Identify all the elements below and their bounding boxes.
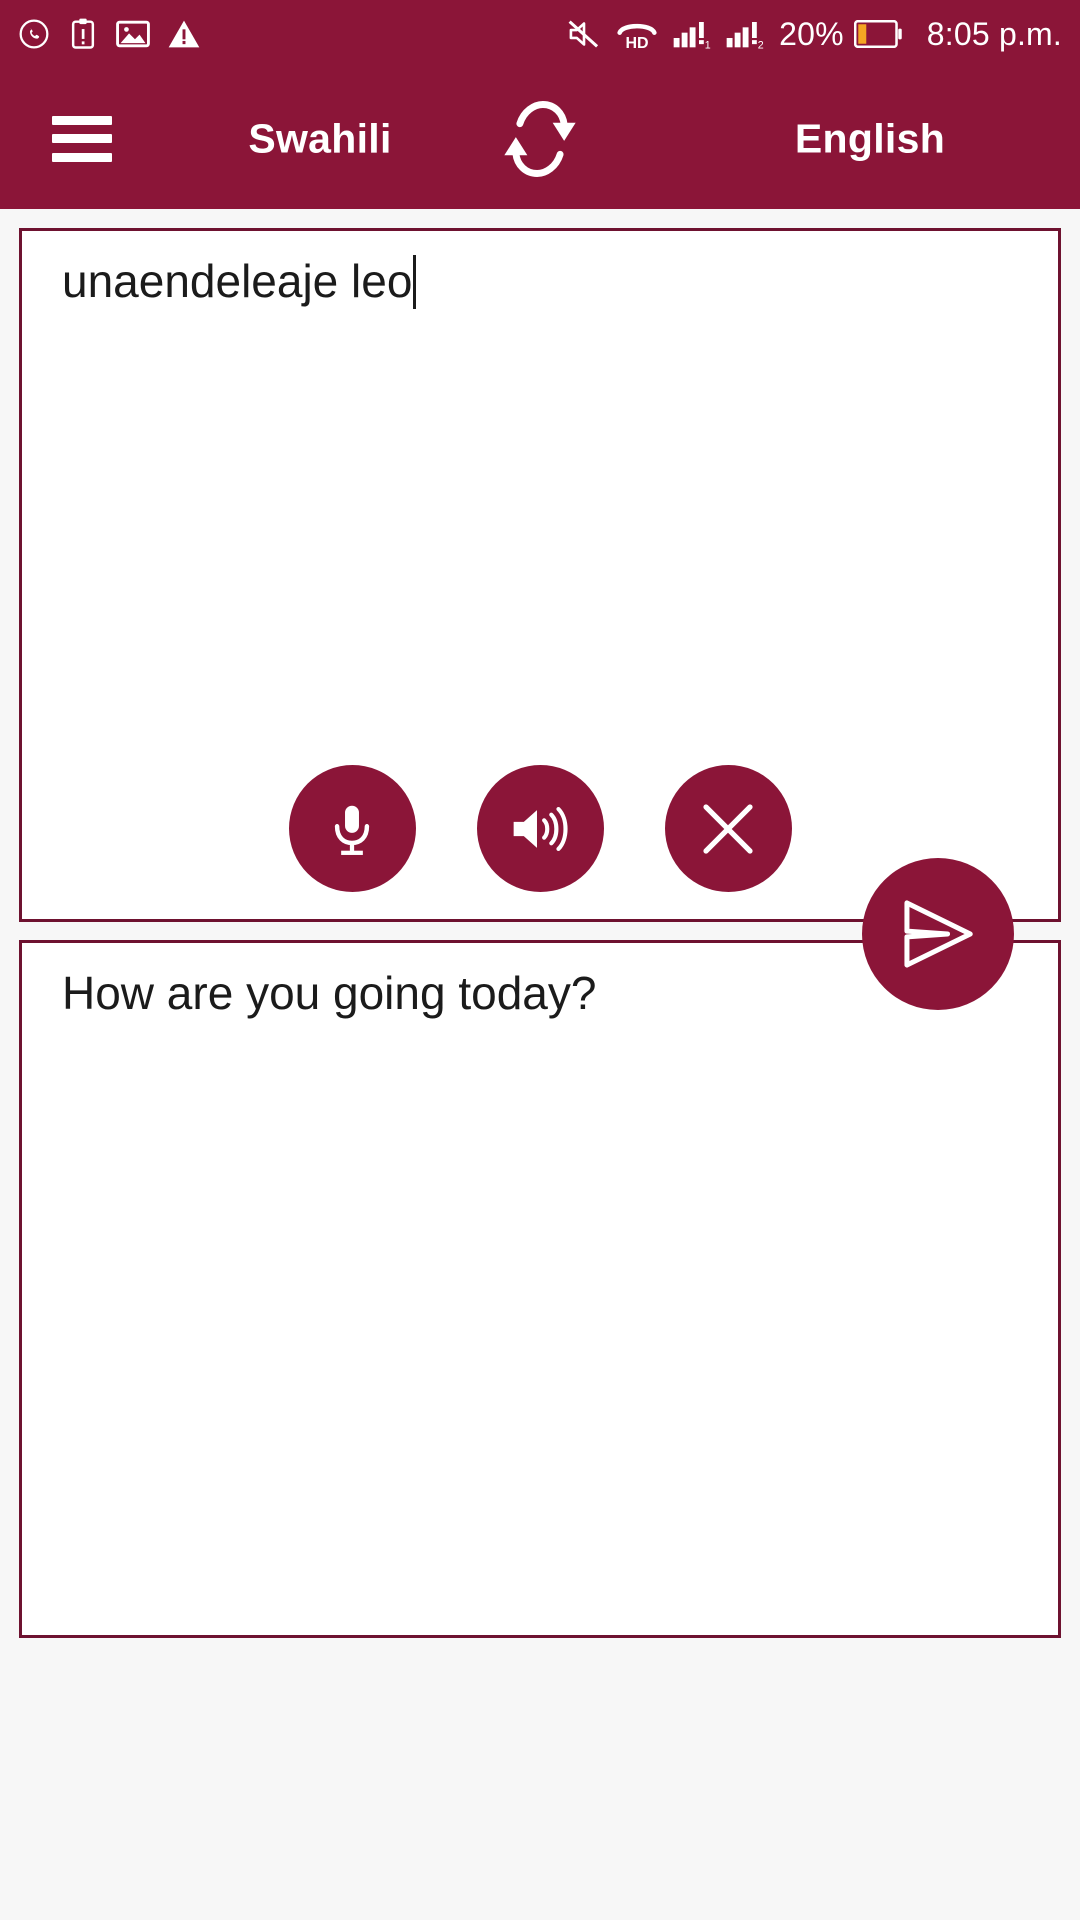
send-translate-button[interactable] [862,858,1014,1010]
source-text-input[interactable]: unaendeleaje leo [62,253,1018,311]
signal-sim2-icon: 2 [726,18,766,50]
microphone-button[interactable] [288,765,416,892]
svg-text:HD: HD [626,35,649,50]
signal-sim1-icon: 1 [673,18,713,50]
status-bar-right-icons: HD 1 2 20% 8:05 p.m. [567,16,1062,53]
text-cursor [413,255,417,309]
mute-icon [567,18,601,50]
image-icon [116,19,150,49]
clear-button[interactable] [664,765,792,892]
speaker-button[interactable] [476,765,604,892]
target-language-selector[interactable]: English [660,115,1080,162]
microphone-icon [334,805,370,855]
hd-volte-icon: HD [614,18,660,50]
status-time-label: 8:05 p.m. [926,15,1062,52]
svg-text:2: 2 [758,40,764,50]
speaker-volume-icon [513,806,568,851]
battery-percent-label: 20% [779,15,844,52]
app-bar: Swahili English [0,68,1080,209]
send-paper-plane-icon [904,900,973,968]
status-bar-left-icons [18,18,218,50]
clipboard-alert-icon [68,18,98,50]
swap-languages-icon[interactable] [492,91,588,187]
target-text-panel[interactable]: How are you going today? [19,940,1061,1638]
svg-text:1: 1 [705,40,711,50]
whatsapp-icon [18,18,50,50]
source-text-value: unaendeleaje leo [62,255,413,307]
warning-triangle-icon [168,19,200,49]
close-x-icon [703,803,753,854]
battery-icon [853,20,902,48]
status-bar: HD 1 2 20% 8:05 p.m. [0,0,1080,68]
